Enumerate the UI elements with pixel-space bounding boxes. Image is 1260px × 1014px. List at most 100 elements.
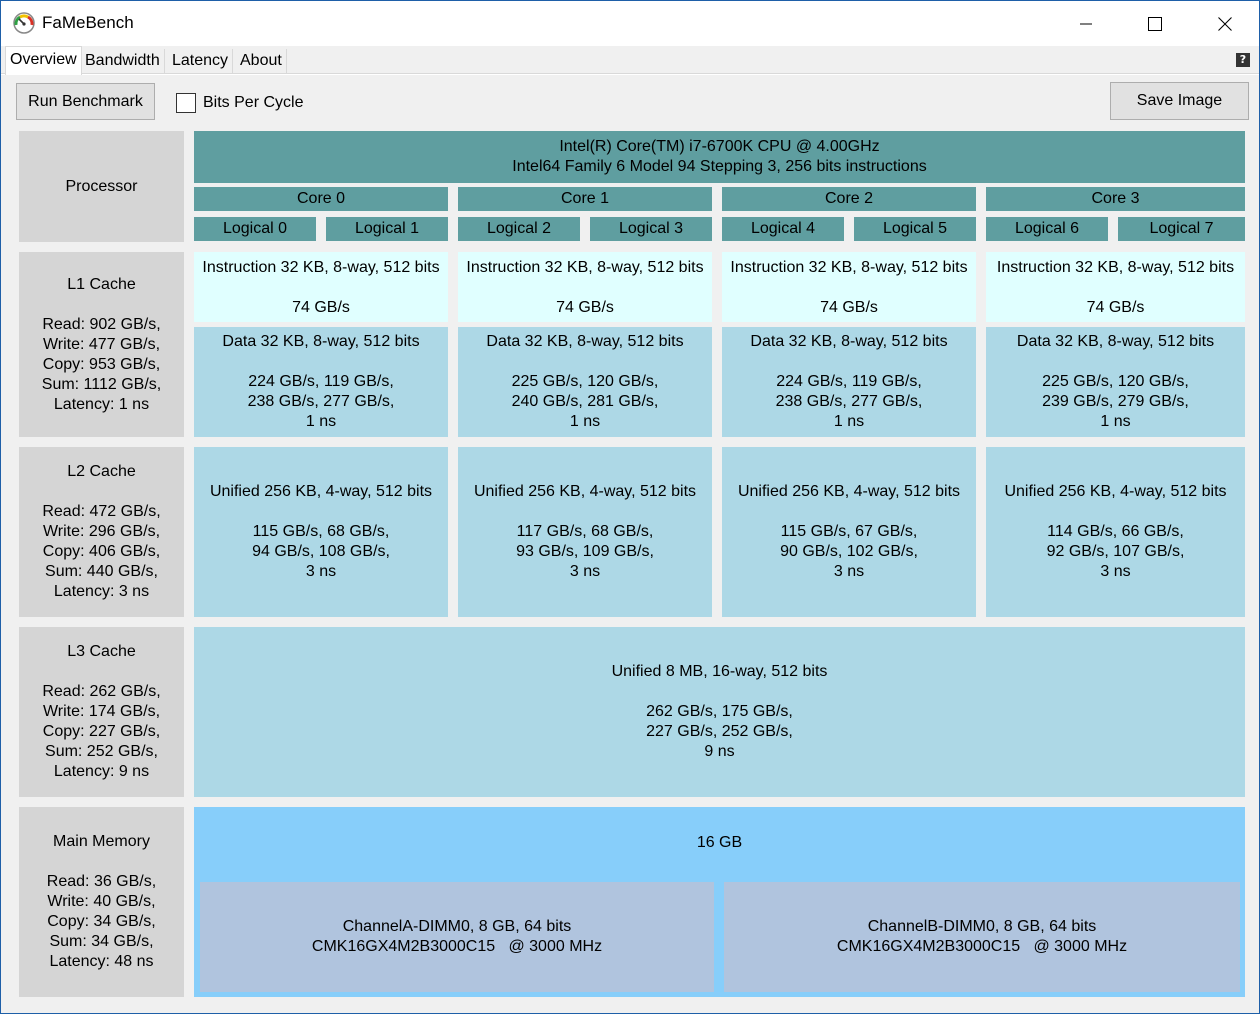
l2-bandwidth-2: 93 GB/s, 109 GB/s, xyxy=(516,543,654,560)
logical-7: Logical 7 xyxy=(1118,217,1245,241)
l1d-desc: Data 32 KB, 8-way, 512 bits xyxy=(222,333,420,350)
l2-write: Write: 296 GB/s, xyxy=(42,523,161,540)
tab-overview[interactable]: Overview xyxy=(5,46,82,75)
bits-per-cycle-checkbox[interactable] xyxy=(176,93,196,113)
l1i-speed: 74 GB/s xyxy=(556,299,614,316)
l2-unit-latency: 3 ns xyxy=(305,563,337,580)
l1d-bandwidth-1: 224 GB/s, 119 GB/s, xyxy=(248,373,394,390)
l3-stats: Read: 262 GB/s, Write: 174 GB/s, Copy: 2… xyxy=(42,682,160,782)
l3-latency: Latency: 9 ns xyxy=(53,763,150,780)
l1d-desc: Data 32 KB, 8-way, 512 bits xyxy=(486,333,684,350)
maximize-icon xyxy=(1148,16,1162,31)
window-title: FaMeBench xyxy=(42,13,134,32)
close-button[interactable] xyxy=(1202,1,1248,46)
l3-desc: Unified 8 MB, 16-way, 512 bits xyxy=(611,663,828,680)
maximize-button[interactable] xyxy=(1132,1,1178,46)
l2-label: L2 Cache xyxy=(67,463,136,480)
memory-label-box: Main Memory Read: 36 GB/s, Write: 40 GB/… xyxy=(19,807,184,997)
core-0: Core 0 xyxy=(194,187,448,211)
l2-desc: Unified 256 KB, 4-way, 512 bits xyxy=(209,483,433,500)
l2-desc: Unified 256 KB, 4-way, 512 bits xyxy=(473,483,697,500)
l2-cache-3: Unified 256 KB, 4-way, 512 bits 114 GB/s… xyxy=(986,447,1245,617)
run-benchmark-button[interactable]: Run Benchmark xyxy=(16,83,155,120)
memory-write: Write: 40 GB/s, xyxy=(47,893,156,910)
title-bar[interactable]: FaMeBench xyxy=(1,1,1259,46)
save-image-button[interactable]: Save Image xyxy=(1110,82,1249,120)
l1d-bandwidth-1: 224 GB/s, 119 GB/s, xyxy=(776,373,922,390)
l2-bandwidth-1: 115 GB/s, 67 GB/s, xyxy=(780,523,918,540)
l1d-bandwidth-1: 225 GB/s, 120 GB/s, xyxy=(1042,373,1189,390)
l1-instruction-cache-3: Instruction 32 KB, 8-way, 512 bits 74 GB… xyxy=(986,252,1245,322)
speedometer-icon xyxy=(13,12,35,34)
l1-sum: Sum: 1112 GB/s, xyxy=(41,375,162,393)
l1-stats: Read: 902 GB/s, Write: 477 GB/s, Copy: 9… xyxy=(42,315,161,415)
cpu-family: Intel64 Family 6 Model 94 Stepping 3, 25… xyxy=(512,158,927,175)
cpu-info-box: Intel(R) Core(TM) i7-6700K CPU @ 4.00GHz… xyxy=(194,131,1245,183)
l2-bandwidth-1: 114 GB/s, 66 GB/s, xyxy=(1047,523,1184,540)
l2-unit-latency: 3 ns xyxy=(569,563,601,580)
l3-cache: Unified 8 MB, 16-way, 512 bits 262 GB/s,… xyxy=(194,627,1245,797)
app-window: FaMeBench Overview Bandwidth Latency Abo… xyxy=(0,0,1260,1014)
tab-bandwidth[interactable]: Bandwidth xyxy=(81,49,165,74)
l2-bandwidth-2: 90 GB/s, 102 GB/s, xyxy=(780,543,918,560)
l2-cache-2: Unified 256 KB, 4-way, 512 bits 115 GB/s… xyxy=(722,447,976,617)
l2-bandwidth-1: 115 GB/s, 68 GB/s, xyxy=(252,523,390,540)
l1-data-cache-2: Data 32 KB, 8-way, 512 bits 224 GB/s, 11… xyxy=(722,327,976,437)
tab-latency[interactable]: Latency xyxy=(168,49,234,74)
l2-unit-latency: 3 ns xyxy=(1100,563,1131,580)
l2-cache-1: Unified 256 KB, 4-way, 512 bits 117 GB/s… xyxy=(458,447,712,617)
l2-label-box: L2 Cache Read: 472 GB/s, Write: 296 GB/s… xyxy=(19,447,184,617)
logical-6: Logical 6 xyxy=(986,217,1108,241)
dimm-channel-b: ChannelB-DIMM0, 8 GB, 64 bits CMK16GX4M2… xyxy=(724,882,1240,992)
memory-copy: Copy: 34 GB/s, xyxy=(47,913,156,930)
dimm-channel-a: ChannelA-DIMM0, 8 GB, 64 bits CMK16GX4M2… xyxy=(200,882,714,992)
l2-desc: Unified 256 KB, 4-way, 512 bits xyxy=(737,483,961,500)
l3-unit-latency: 9 ns xyxy=(704,743,735,760)
main-memory-box: 16 GB ChannelA-DIMM0, 8 GB, 64 bits CMK1… xyxy=(194,807,1245,997)
l1d-bandwidth-2: 240 GB/s, 281 GB/s, xyxy=(511,393,659,410)
l1-label-box: L1 Cache Read: 902 GB/s, Write: 477 GB/s… xyxy=(19,252,184,437)
l1-data-cache-3: Data 32 KB, 8-way, 512 bits 225 GB/s, 12… xyxy=(986,327,1245,437)
l3-bandwidth-2: 227 GB/s, 252 GB/s, xyxy=(646,723,793,740)
l1-write: Write: 477 GB/s, xyxy=(42,335,161,353)
l3-label: L3 Cache xyxy=(67,643,136,660)
bits-per-cycle-label[interactable]: Bits Per Cycle xyxy=(203,94,303,112)
l1i-desc: Instruction 32 KB, 8-way, 512 bits xyxy=(466,259,704,276)
l1i-desc: Instruction 32 KB, 8-way, 512 bits xyxy=(996,259,1235,276)
l1-instruction-cache-0: Instruction 32 KB, 8-way, 512 bits 74 GB… xyxy=(194,252,448,322)
l1i-speed: 74 GB/s xyxy=(1086,299,1145,316)
l3-write: Write: 174 GB/s, xyxy=(42,703,161,720)
dimm-part: CMK16GX4M2B3000C15 @ 3000 MHz xyxy=(836,938,1128,955)
l1d-desc: Data 32 KB, 8-way, 512 bits xyxy=(750,333,948,350)
l1d-bandwidth-2: 239 GB/s, 279 GB/s, xyxy=(1042,393,1189,410)
l1i-desc: Instruction 32 KB, 8-way, 512 bits xyxy=(202,259,440,276)
l2-stats: Read: 472 GB/s, Write: 296 GB/s, Copy: 4… xyxy=(42,502,160,602)
toolbar: Run Benchmark Bits Per Cycle Save Image xyxy=(1,75,1259,127)
core-2: Core 2 xyxy=(722,187,976,211)
processor-label-box: Processor xyxy=(19,131,184,242)
logical-2: Logical 2 xyxy=(458,217,580,241)
close-icon xyxy=(1218,16,1232,31)
l3-read: Read: 262 GB/s, xyxy=(42,683,161,700)
cpu-name: Intel(R) Core(TM) i7-6700K CPU @ 4.00GHz xyxy=(559,138,880,155)
l1d-bandwidth-1: 225 GB/s, 120 GB/s, xyxy=(511,373,659,390)
help-icon[interactable]: ? xyxy=(1236,53,1250,67)
tab-about[interactable]: About xyxy=(236,49,287,74)
l1i-desc: Instruction 32 KB, 8-way, 512 bits xyxy=(730,259,968,276)
l1-latency: Latency: 1 ns xyxy=(53,395,150,413)
l1d-latency: 1 ns xyxy=(833,413,865,430)
l1-data-cache-0: Data 32 KB, 8-way, 512 bits 224 GB/s, 11… xyxy=(194,327,448,437)
l2-unit-latency: 3 ns xyxy=(833,563,865,580)
logical-0: Logical 0 xyxy=(194,217,316,241)
l2-latency: Latency: 3 ns xyxy=(53,583,150,600)
memory-stats: Read: 36 GB/s, Write: 40 GB/s, Copy: 34 … xyxy=(47,872,156,972)
overview-panel: Processor Intel(R) Core(TM) i7-6700K CPU… xyxy=(1,127,1259,1013)
l2-sum: Sum: 440 GB/s, xyxy=(45,563,158,580)
l2-desc: Unified 256 KB, 4-way, 512 bits xyxy=(1004,483,1227,500)
dimm-info: ChannelA-DIMM0, 8 GB, 64 bits xyxy=(342,918,572,935)
l2-copy: Copy: 406 GB/s, xyxy=(42,543,161,560)
minimize-button[interactable] xyxy=(1063,1,1109,46)
memory-read: Read: 36 GB/s, xyxy=(46,873,157,890)
l1-label: L1 Cache xyxy=(67,275,136,293)
l2-read: Read: 472 GB/s, xyxy=(42,503,161,520)
